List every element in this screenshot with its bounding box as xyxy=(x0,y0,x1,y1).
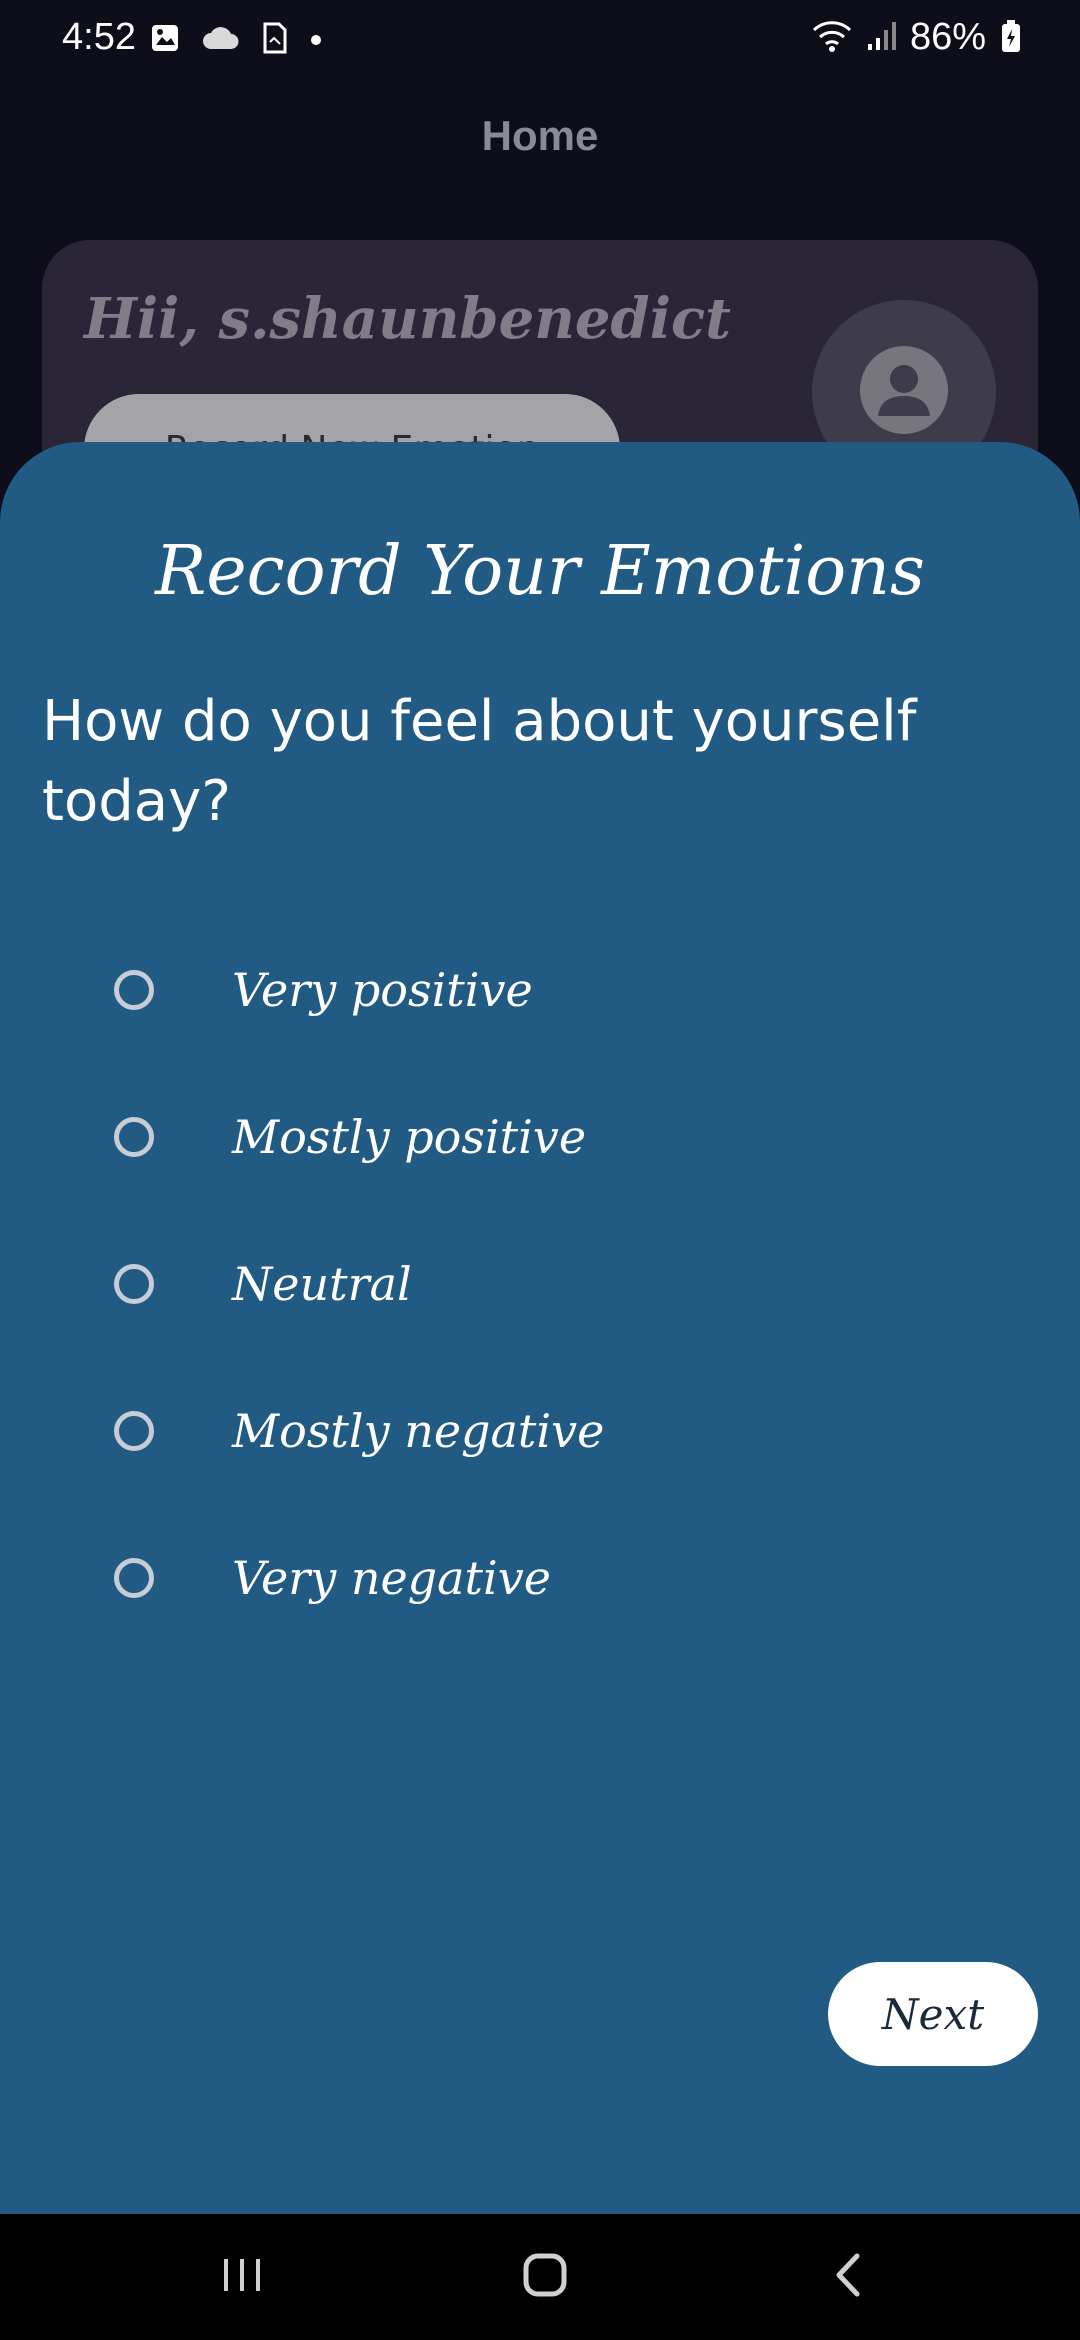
option-neutral[interactable]: Neutral xyxy=(0,1210,1080,1357)
option-mostly-negative[interactable]: Mostly negative xyxy=(0,1357,1080,1504)
person-icon xyxy=(858,344,950,440)
system-nav-bar xyxy=(0,2214,1080,2340)
radio-button[interactable] xyxy=(114,1263,154,1304)
status-notification-icons xyxy=(150,22,322,58)
cloud-icon xyxy=(202,25,240,55)
signal-icon xyxy=(866,20,896,56)
option-label: Mostly negative xyxy=(232,1403,605,1458)
status-time: 4:52 xyxy=(62,16,136,58)
option-mostly-positive[interactable]: Mostly positive xyxy=(0,1063,1080,1210)
back-icon xyxy=(833,2252,863,2302)
status-system-icons: 86% xyxy=(812,16,1022,59)
status-bar: 4:52 86% xyxy=(0,0,1080,80)
page-title: Home xyxy=(481,112,599,159)
radio-button[interactable] xyxy=(114,969,154,1010)
option-very-positive[interactable]: Very positive xyxy=(0,916,1080,1063)
emotion-options: Very positive Mostly positive Neutral Mo… xyxy=(0,916,1080,1651)
option-label: Neutral xyxy=(232,1256,412,1311)
sheet-title: Record Your Emotions xyxy=(155,532,925,611)
image-icon xyxy=(150,23,180,57)
wifi-icon xyxy=(812,20,852,56)
greeting-text: Hii, s.shaunbenedict xyxy=(84,286,731,352)
record-emotions-sheet: Record Your Emotions How do you feel abo… xyxy=(0,442,1080,2214)
recent-apps-icon xyxy=(220,2255,264,2299)
recent-apps-button[interactable] xyxy=(162,2214,322,2340)
home-icon xyxy=(522,2252,568,2302)
radio-button[interactable] xyxy=(114,1557,154,1598)
file-icon xyxy=(262,22,288,58)
home-button[interactable] xyxy=(465,2214,625,2340)
option-label: Very positive xyxy=(232,962,533,1017)
option-label: Very negative xyxy=(232,1550,551,1605)
option-very-negative[interactable]: Very negative xyxy=(0,1504,1080,1651)
back-button[interactable] xyxy=(768,2214,928,2340)
next-button[interactable]: Next xyxy=(828,1962,1038,2066)
battery-icon xyxy=(1000,19,1022,57)
radio-button[interactable] xyxy=(114,1410,154,1451)
question-text: How do you feel about yourself today? xyxy=(42,689,917,834)
option-label: Mostly positive xyxy=(232,1109,587,1164)
battery-percent: 86% xyxy=(909,16,986,58)
radio-button[interactable] xyxy=(114,1116,154,1157)
dot-icon xyxy=(310,31,322,50)
